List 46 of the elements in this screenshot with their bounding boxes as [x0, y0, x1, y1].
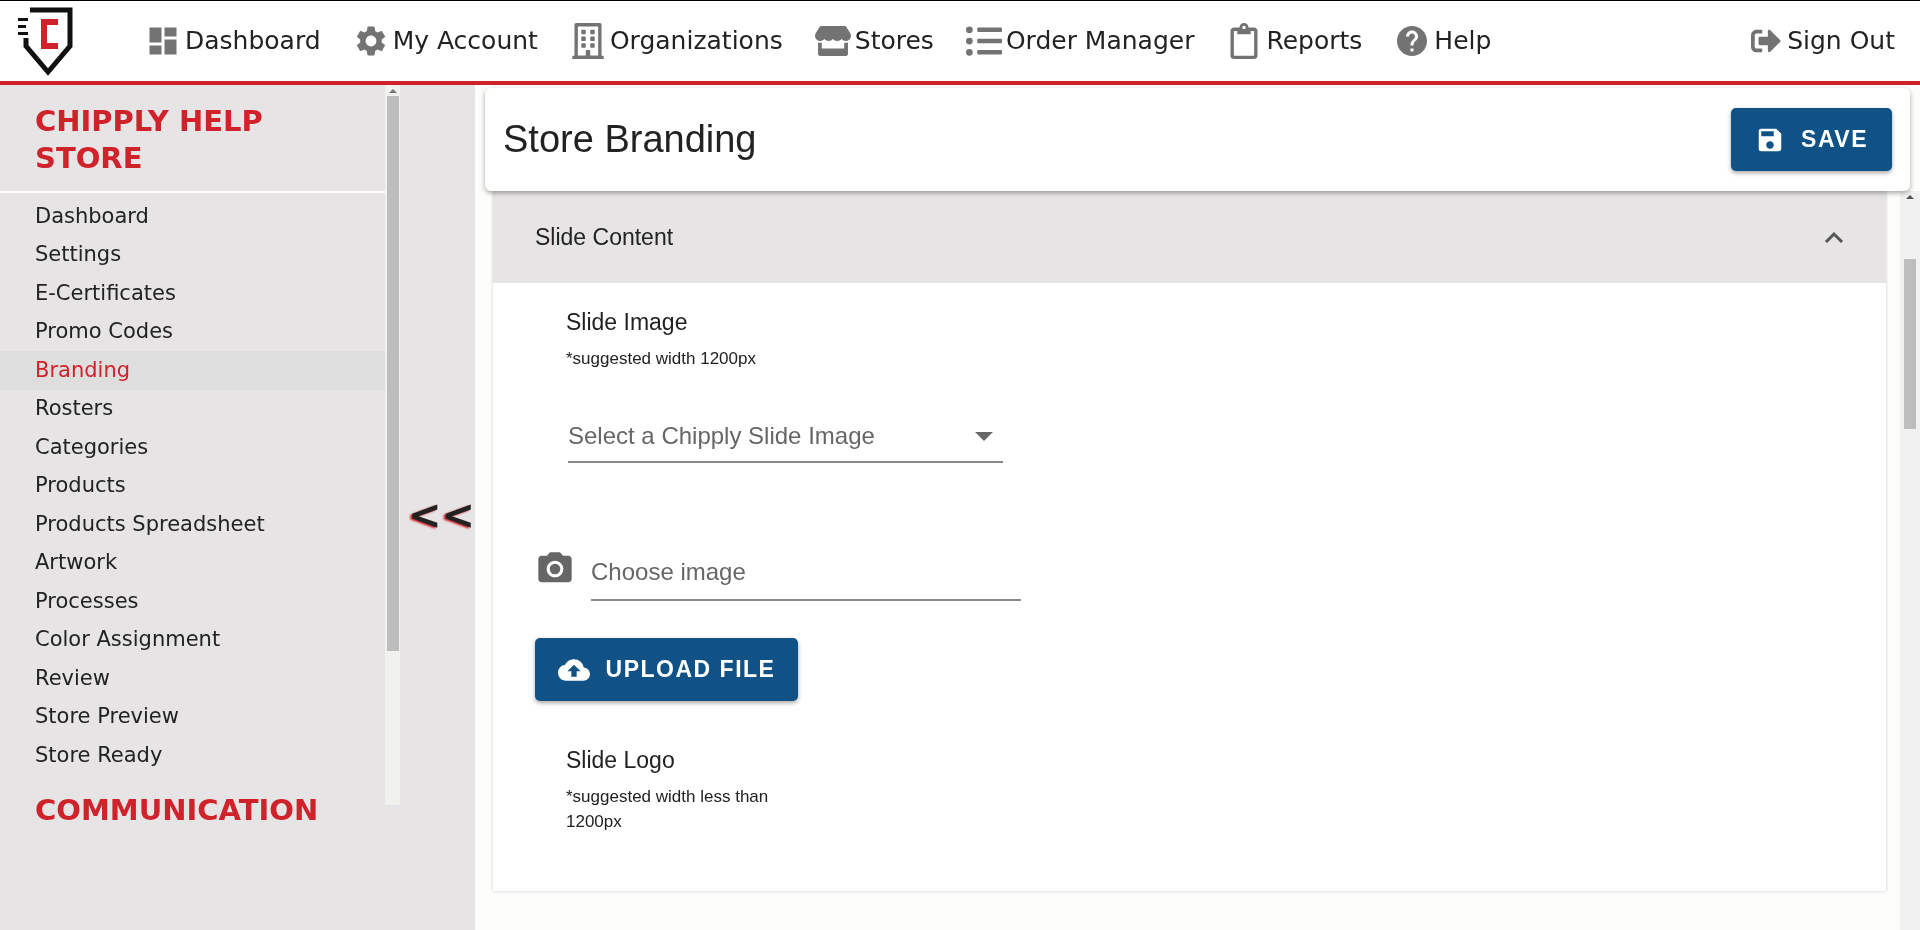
- sidebar-item[interactable]: Products: [0, 466, 386, 505]
- sidebar-item[interactable]: Branding: [0, 351, 386, 390]
- list-icon: [965, 23, 1002, 59]
- logo-icon[interactable]: [16, 6, 74, 76]
- field-label: Slide Logo: [565, 746, 676, 775]
- field-label: Slide Image: [565, 308, 689, 337]
- nav-link[interactable]: Stores: [814, 22, 934, 60]
- nav-link[interactable]: Organizations: [569, 22, 783, 60]
- accordion-header[interactable]: Slide Content: [493, 191, 1886, 283]
- nav-link[interactable]: Help: [1394, 22, 1492, 60]
- building-icon: [569, 23, 606, 59]
- file-input[interactable]: Choose image: [591, 545, 1021, 601]
- slide-image-select[interactable]: Select a Chipply Slide Image: [568, 411, 1003, 463]
- scrollbar-thumb[interactable]: [386, 96, 399, 651]
- nav-link[interactable]: Dashboard: [145, 22, 321, 60]
- sidebar-item[interactable]: E-Certificates: [0, 274, 386, 313]
- hint-text: *suggested width 1200px: [565, 347, 757, 370]
- nav-link[interactable]: My Account: [352, 22, 538, 60]
- sidebar-item[interactable]: Settings: [0, 235, 386, 274]
- sidebar-item[interactable]: Store Preview: [0, 697, 386, 736]
- sidebar-item[interactable]: Dashboard: [0, 197, 386, 236]
- scrollbar-thumb[interactable]: [1904, 259, 1916, 429]
- sidebar-scrollbar[interactable]: [385, 85, 400, 805]
- page-scrollbar[interactable]: [1900, 191, 1920, 930]
- collapse-sidebar-button[interactable]: <<: [407, 485, 475, 545]
- sidebar-item[interactable]: Color Assignment: [0, 620, 386, 659]
- sign-out-link[interactable]: Sign Out: [1751, 22, 1895, 60]
- sidebar-item[interactable]: Artwork: [0, 543, 386, 582]
- sidebar-item[interactable]: Rosters: [0, 389, 386, 428]
- dropdown-caret-icon: [975, 431, 993, 441]
- sidebar-item[interactable]: Store Ready: [0, 736, 386, 775]
- sidebar-item[interactable]: Categories: [0, 428, 386, 467]
- section-heading: COMMUNICATION: [34, 791, 320, 829]
- save-button[interactable]: SAVE: [1731, 108, 1892, 171]
- storefront-icon: [814, 23, 851, 59]
- sidebar-item[interactable]: Products Spreadsheet: [0, 505, 386, 544]
- sidebar-item[interactable]: Promo Codes: [0, 312, 386, 351]
- nav-link[interactable]: Order Manager: [965, 22, 1195, 60]
- scroll-up-icon: [1906, 195, 1914, 199]
- sidebar-item[interactable]: Review: [0, 659, 386, 698]
- page-title: Store Branding: [503, 117, 757, 162]
- chevron-up-icon: [1824, 230, 1844, 244]
- upload-file-button[interactable]: UPLOAD FILE: [535, 638, 798, 701]
- hint-text: *suggested width less than 1200px: [565, 785, 770, 833]
- nav-link[interactable]: Reports: [1226, 22, 1363, 60]
- sidebar-item[interactable]: Processes: [0, 582, 386, 621]
